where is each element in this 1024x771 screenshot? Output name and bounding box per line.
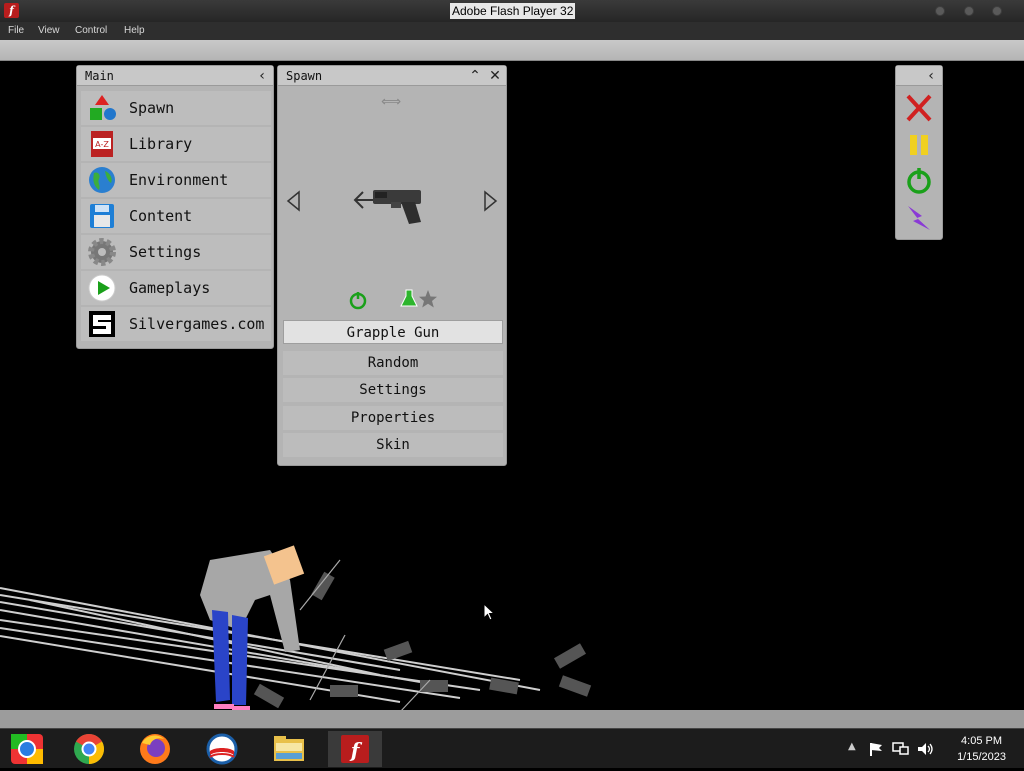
main-item-label: Settings: [129, 243, 202, 261]
grapple-gun-preview-icon: [353, 190, 421, 224]
globe-icon: [89, 167, 115, 193]
window-titlebar: f Adobe Flash Player 32: [0, 0, 1024, 22]
floppy-disk-icon: [90, 204, 114, 228]
game-top-strip: [0, 40, 1024, 61]
main-item-gameplays[interactable]: Gameplays: [81, 271, 271, 305]
collapse-toolbar-button[interactable]: ‹: [922, 67, 940, 85]
main-item-spawn[interactable]: Spawn: [81, 91, 271, 125]
taskbar-app-4[interactable]: [195, 731, 249, 767]
window-title: Adobe Flash Player 32: [450, 3, 576, 19]
minimize-button[interactable]: [935, 6, 945, 16]
pause-icon[interactable]: [902, 129, 936, 161]
spawn-panel-title: Spawn: [286, 69, 323, 83]
network-icon[interactable]: [892, 741, 910, 757]
properties-button[interactable]: Properties: [283, 406, 503, 430]
taskbar-app-5[interactable]: [262, 731, 316, 767]
settings-button[interactable]: Settings: [283, 378, 503, 402]
taskbar-app-3[interactable]: [128, 731, 182, 767]
volume-icon[interactable]: [916, 741, 934, 757]
mouse-cursor-icon: [483, 603, 495, 621]
play-icon: [88, 274, 116, 302]
close-panel-button[interactable]: ✕: [486, 67, 504, 85]
flash-player-icon: f: [341, 735, 369, 763]
taskbar-app-2[interactable]: [62, 731, 116, 767]
prev-item-icon[interactable]: [284, 190, 304, 212]
main-panel-header: Main ‹: [77, 66, 273, 86]
main-item-label: Library: [129, 135, 193, 153]
action-center-flag-icon[interactable]: [868, 741, 884, 757]
main-item-settings[interactable]: Settings: [81, 235, 271, 269]
main-item-label: Silvergames.com: [129, 315, 265, 333]
reset-icon[interactable]: [902, 165, 936, 197]
silvergames-logo-icon: [89, 311, 115, 337]
flask-star-icon[interactable]: [400, 288, 440, 310]
main-item-library[interactable]: A-Z Library: [81, 127, 271, 161]
spawn-panel-header: Spawn ⌃ ✕: [278, 66, 506, 86]
close-window-button[interactable]: [992, 6, 1002, 16]
maximize-button[interactable]: [964, 6, 974, 16]
game-scene: [0, 545, 592, 713]
main-item-label: Content: [129, 207, 193, 225]
library-book-icon: A-Z: [91, 131, 113, 157]
menu-view[interactable]: View: [38, 25, 60, 36]
collapse-up-button[interactable]: ⌃: [466, 67, 484, 85]
lightning-icon[interactable]: [902, 202, 936, 234]
ground-floor: [0, 710, 1024, 728]
spawn-panel: Spawn ⌃ ✕ ⟺ Grapple Gun Random Settings …: [277, 65, 507, 466]
show-hidden-icons-icon[interactable]: ▲: [848, 741, 856, 752]
menu-help[interactable]: Help: [124, 25, 145, 36]
skin-button[interactable]: Skin: [283, 433, 503, 457]
next-item-icon[interactable]: [480, 190, 500, 212]
selected-item-name[interactable]: Grapple Gun: [283, 320, 503, 344]
grapple-ropes: [0, 587, 541, 703]
spawn-shapes-icon: [90, 95, 116, 120]
right-toolbar-header: ‹: [896, 66, 942, 86]
clock-date: 1/15/2023: [957, 751, 1006, 763]
menu-file[interactable]: File: [8, 25, 24, 36]
clock-time: 4:05 PM: [961, 735, 1003, 747]
ragdoll-figure: [200, 545, 305, 711]
resize-arrows-icon[interactable]: ⟺: [381, 94, 401, 110]
main-item-label: Gameplays: [129, 279, 211, 297]
taskbar-app-6[interactable]: f: [328, 731, 382, 767]
chrome-old-icon: [11, 734, 43, 764]
main-item-environment[interactable]: Environment: [81, 163, 271, 197]
main-panel-title: Main: [85, 69, 114, 83]
right-toolbar: ‹: [895, 65, 943, 240]
menu-control[interactable]: Control: [75, 25, 107, 36]
file-explorer-icon: [274, 736, 304, 761]
taskbar-app-1[interactable]: [0, 731, 54, 767]
clear-x-icon[interactable]: [902, 92, 936, 124]
taskbar: f ▲ 4:05 PM 1/15/2023: [0, 728, 1024, 768]
flash-app-icon: f: [4, 3, 19, 18]
main-item-label: Spawn: [129, 99, 175, 117]
menu-bar: File View Control Help: [0, 22, 1024, 40]
main-item-silvergames[interactable]: Silvergames.com: [81, 307, 271, 341]
collapse-main-button[interactable]: ‹: [253, 67, 271, 85]
reset-green-icon[interactable]: [348, 290, 368, 310]
svg-text:A-Z: A-Z: [95, 140, 109, 149]
main-panel: Main ‹ Spawn A-Z Library Environment Con…: [76, 65, 274, 349]
random-button[interactable]: Random: [283, 351, 503, 375]
main-item-label: Environment: [129, 171, 229, 189]
obama-logo-icon: [206, 733, 238, 765]
gear-icon: [88, 238, 116, 266]
firefox-icon: [140, 734, 170, 764]
chrome-icon: [74, 734, 105, 764]
system-clock[interactable]: 4:05 PM 1/15/2023: [957, 733, 1006, 765]
main-item-content[interactable]: Content: [81, 199, 271, 233]
